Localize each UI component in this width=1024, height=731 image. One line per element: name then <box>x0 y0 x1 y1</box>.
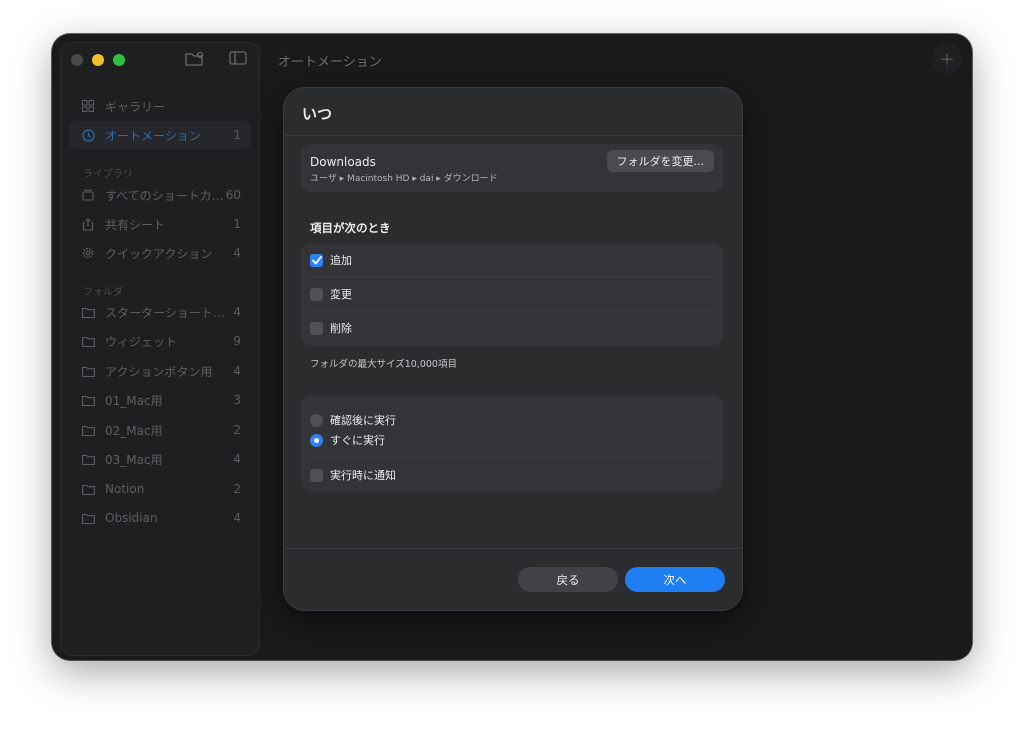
sidebar-section-library: ライブラリ <box>83 169 133 180</box>
sidebar-item-folder[interactable]: アクションボタン用 4 <box>69 357 251 385</box>
dialog-title: いつ <box>302 105 333 123</box>
folder-icon <box>81 393 95 407</box>
sidebar-item-label: Obsidian <box>105 511 158 525</box>
folder-icon <box>81 364 95 378</box>
run-options-card: 確認後に実行 すぐに実行 実行時に通知 <box>301 395 723 491</box>
sidebar-item-label: ギャラリー <box>105 99 166 114</box>
sidebar-item-count: 1 <box>233 217 241 231</box>
condition-deleted[interactable]: 削除 <box>310 318 352 338</box>
sidebar-item-folder[interactable]: Obsidian 4 <box>69 504 251 532</box>
row-divider <box>310 457 714 458</box>
sidebar-item-folder[interactable]: 02_Mac用 2 <box>69 416 251 444</box>
run-option-label: すぐに実行 <box>330 434 385 447</box>
stack-icon <box>81 188 95 202</box>
notify-option[interactable]: 実行時に通知 <box>310 465 396 485</box>
folder-path: ユーザ ▸ Macintosh HD ▸ dai ▸ ダウンロード <box>310 174 498 184</box>
checkbox[interactable] <box>310 468 323 482</box>
sidebar-item-label: 共有シート <box>105 217 166 232</box>
minimize-button[interactable] <box>92 54 104 66</box>
folder-name: Downloads <box>310 155 376 169</box>
grid-icon <box>81 99 95 113</box>
sidebar-item-label: 02_Mac用 <box>105 423 163 438</box>
run-option-ask[interactable]: 確認後に実行 <box>310 410 396 430</box>
close-button[interactable] <box>71 54 83 66</box>
sidebar-item-folder[interactable]: 01_Mac用 3 <box>69 386 251 414</box>
when-dialog: いつ Downloads ユーザ ▸ Macintosh HD ▸ dai ▸ … <box>283 87 743 611</box>
when-heading: 項目が次のとき <box>310 221 391 235</box>
sidebar-item-label: すべてのショートカ… <box>105 188 224 203</box>
folder-icon <box>81 511 95 525</box>
condition-label: 削除 <box>330 322 352 335</box>
sidebar-item-quick-actions[interactable]: クイックアクション 4 <box>69 239 251 267</box>
folder-icon <box>81 305 95 319</box>
sidebar-item-gallery[interactable]: ギャラリー <box>69 92 251 120</box>
back-button[interactable]: 戻る <box>518 567 618 592</box>
sidebar-item-count: 4 <box>233 246 241 260</box>
change-folder-button[interactable]: フォルダを変更... <box>606 150 714 172</box>
sidebar-item-count: 4 <box>233 364 241 378</box>
run-option-immediately[interactable]: すぐに実行 <box>310 430 385 450</box>
sidebar-item-label: 03_Mac用 <box>105 452 163 467</box>
max-size-note: フォルダの最大サイズ10,000項目 <box>310 359 457 370</box>
sidebar-item-folder[interactable]: Notion 2 <box>69 475 251 503</box>
checkbox[interactable] <box>310 287 323 301</box>
sidebar-item-count: 4 <box>233 452 241 466</box>
sidebar-item-count: 4 <box>233 511 241 525</box>
sidebar-section-folders: フォルダ <box>83 287 123 298</box>
sidebar: ギャラリー オートメーション 1 ライブラリ すべてのショートカ… 60 共有シ… <box>60 42 260 656</box>
sidebar-item-count: 1 <box>233 128 241 142</box>
row-divider <box>310 276 714 277</box>
sidebar-item-label: オートメーション <box>105 128 201 143</box>
sidebar-item-label: アクションボタン用 <box>105 364 213 379</box>
sidebar-item-count: 3 <box>233 393 241 407</box>
gear-icon <box>81 246 95 260</box>
sidebar-item-count: 2 <box>233 423 241 437</box>
sidebar-item-label: ウィジェット <box>105 334 178 349</box>
checkbox[interactable] <box>310 321 323 335</box>
condition-added[interactable]: 追加 <box>310 250 352 270</box>
condition-label: 追加 <box>330 254 352 267</box>
condition-modified[interactable]: 変更 <box>310 284 352 304</box>
checkbox-checked[interactable] <box>310 253 323 267</box>
sidebar-item-folder[interactable]: ウィジェット 9 <box>69 327 251 355</box>
sidebar-item-all-shortcuts[interactable]: すべてのショートカ… 60 <box>69 181 251 209</box>
add-automation-button[interactable]: + <box>932 44 962 74</box>
sidebar-item-count: 60 <box>225 188 241 202</box>
row-divider <box>310 310 714 311</box>
next-button[interactable]: 次へ <box>625 567 725 592</box>
run-option-label: 確認後に実行 <box>330 414 396 427</box>
sidebar-item-count: 2 <box>233 482 241 496</box>
sidebar-item-folder[interactable]: 03_Mac用 4 <box>69 445 251 473</box>
notify-label: 実行時に通知 <box>330 469 396 482</box>
sidebar-item-automation[interactable]: オートメーション 1 <box>69 121 251 149</box>
folder-icon <box>81 334 95 348</box>
share-icon <box>81 217 95 231</box>
window-controls <box>71 54 125 66</box>
plus-icon: + <box>939 48 955 70</box>
folder-card: Downloads ユーザ ▸ Macintosh HD ▸ dai ▸ ダウン… <box>301 144 723 192</box>
conditions-card: 追加 変更 削除 <box>301 243 723 346</box>
title-divider <box>284 135 742 136</box>
clock-icon <box>81 128 95 142</box>
sidebar-item-label: 01_Mac用 <box>105 393 163 408</box>
footer-divider <box>284 548 742 549</box>
sidebar-item-label: Notion <box>105 482 145 496</box>
sidebar-item-count: 9 <box>233 334 241 348</box>
sidebar-item-folder[interactable]: スターターショートカ… 4 <box>69 298 251 326</box>
sidebar-item-label: クイックアクション <box>105 246 213 261</box>
sidebar-item-label: スターターショートカ… <box>105 305 234 320</box>
sidebar-item-share-sheet[interactable]: 共有シート 1 <box>69 210 251 238</box>
folder-icon <box>81 452 95 466</box>
folder-icon <box>81 482 95 496</box>
window-title: オートメーション <box>278 55 382 70</box>
new-folder-icon[interactable] <box>185 51 205 69</box>
radio-button[interactable] <box>310 413 323 427</box>
zoom-button[interactable] <box>113 54 125 66</box>
folder-icon <box>81 423 95 437</box>
sidebar-item-count: 4 <box>233 305 241 319</box>
condition-label: 変更 <box>330 288 352 301</box>
radio-button-selected[interactable] <box>310 433 323 447</box>
sidebar-toggle-icon[interactable] <box>229 51 249 69</box>
